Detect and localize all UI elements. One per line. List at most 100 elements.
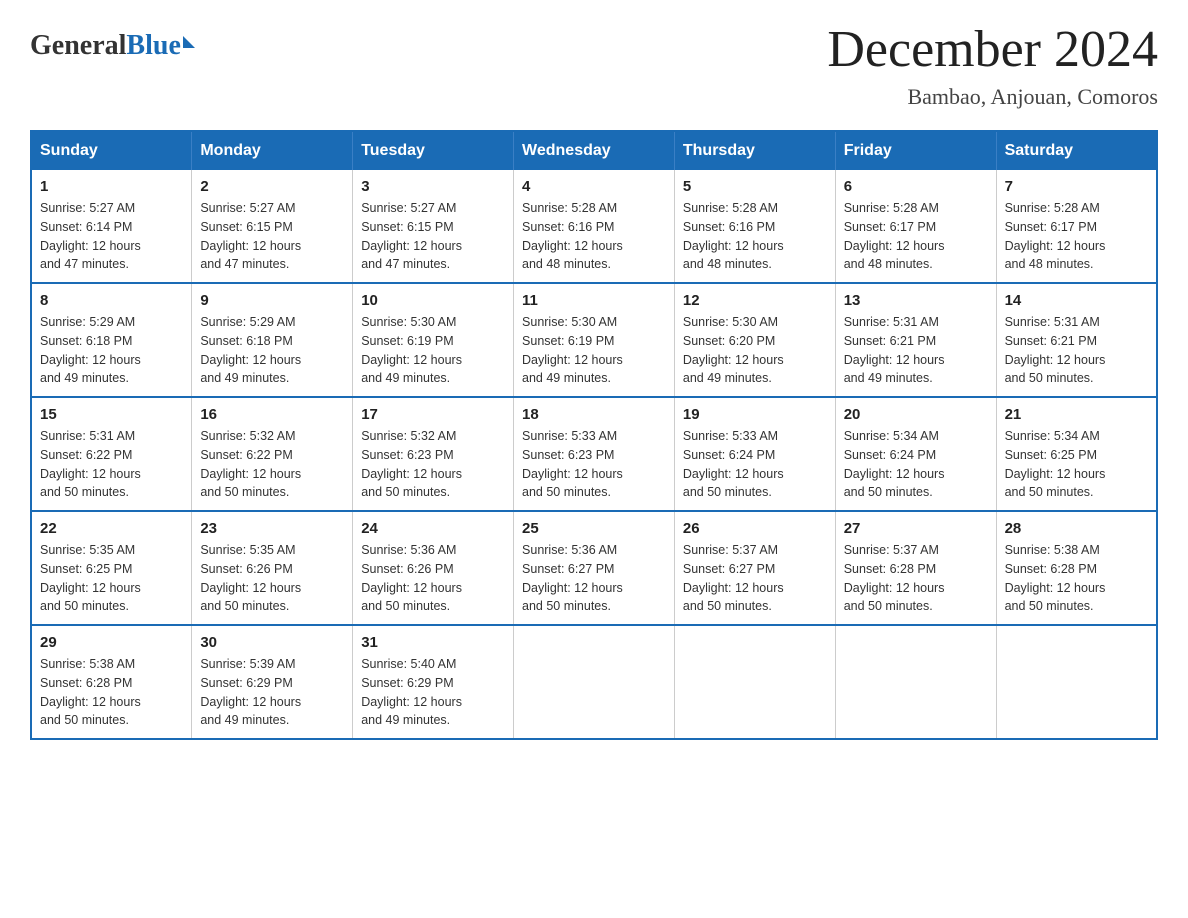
- calendar-cell: 24 Sunrise: 5:36 AM Sunset: 6:26 PM Dayl…: [353, 511, 514, 625]
- day-info: Sunrise: 5:34 AM Sunset: 6:24 PM Dayligh…: [844, 427, 988, 502]
- day-info: Sunrise: 5:28 AM Sunset: 6:16 PM Dayligh…: [683, 199, 827, 274]
- calendar-cell: [514, 625, 675, 739]
- weekday-header-thursday: Thursday: [674, 131, 835, 170]
- day-number: 28: [1005, 520, 1148, 537]
- day-info: Sunrise: 5:27 AM Sunset: 6:15 PM Dayligh…: [200, 199, 344, 274]
- day-number: 4: [522, 178, 666, 195]
- day-info: Sunrise: 5:35 AM Sunset: 6:26 PM Dayligh…: [200, 541, 344, 616]
- calendar-cell: 17 Sunrise: 5:32 AM Sunset: 6:23 PM Dayl…: [353, 397, 514, 511]
- week-row-3: 15 Sunrise: 5:31 AM Sunset: 6:22 PM Dayl…: [31, 397, 1157, 511]
- calendar-cell: 20 Sunrise: 5:34 AM Sunset: 6:24 PM Dayl…: [835, 397, 996, 511]
- week-row-4: 22 Sunrise: 5:35 AM Sunset: 6:25 PM Dayl…: [31, 511, 1157, 625]
- day-info: Sunrise: 5:28 AM Sunset: 6:17 PM Dayligh…: [1005, 199, 1148, 274]
- day-info: Sunrise: 5:35 AM Sunset: 6:25 PM Dayligh…: [40, 541, 183, 616]
- calendar-cell: 18 Sunrise: 5:33 AM Sunset: 6:23 PM Dayl…: [514, 397, 675, 511]
- calendar-cell: 27 Sunrise: 5:37 AM Sunset: 6:28 PM Dayl…: [835, 511, 996, 625]
- day-info: Sunrise: 5:36 AM Sunset: 6:26 PM Dayligh…: [361, 541, 505, 616]
- calendar-cell: 12 Sunrise: 5:30 AM Sunset: 6:20 PM Dayl…: [674, 283, 835, 397]
- logo-blue-text: Blue: [126, 30, 180, 62]
- day-info: Sunrise: 5:34 AM Sunset: 6:25 PM Dayligh…: [1005, 427, 1148, 502]
- page-header: General Blue December 2024 Bambao, Anjou…: [30, 20, 1158, 110]
- calendar-cell: 13 Sunrise: 5:31 AM Sunset: 6:21 PM Dayl…: [835, 283, 996, 397]
- weekday-header-sunday: Sunday: [31, 131, 192, 170]
- calendar-cell: 31 Sunrise: 5:40 AM Sunset: 6:29 PM Dayl…: [353, 625, 514, 739]
- page-title: December 2024: [827, 20, 1158, 79]
- day-info: Sunrise: 5:27 AM Sunset: 6:15 PM Dayligh…: [361, 199, 505, 274]
- day-number: 17: [361, 406, 505, 423]
- calendar-cell: 4 Sunrise: 5:28 AM Sunset: 6:16 PM Dayli…: [514, 170, 675, 283]
- calendar-table: SundayMondayTuesdayWednesdayThursdayFrid…: [30, 130, 1158, 740]
- calendar-cell: 2 Sunrise: 5:27 AM Sunset: 6:15 PM Dayli…: [192, 170, 353, 283]
- day-info: Sunrise: 5:32 AM Sunset: 6:23 PM Dayligh…: [361, 427, 505, 502]
- calendar-cell: 21 Sunrise: 5:34 AM Sunset: 6:25 PM Dayl…: [996, 397, 1157, 511]
- day-info: Sunrise: 5:32 AM Sunset: 6:22 PM Dayligh…: [200, 427, 344, 502]
- weekday-header-friday: Friday: [835, 131, 996, 170]
- logo-general-text: General: [30, 30, 126, 62]
- calendar-cell: [996, 625, 1157, 739]
- day-info: Sunrise: 5:37 AM Sunset: 6:28 PM Dayligh…: [844, 541, 988, 616]
- day-number: 20: [844, 406, 988, 423]
- logo: General Blue: [30, 20, 195, 62]
- weekday-header-tuesday: Tuesday: [353, 131, 514, 170]
- day-info: Sunrise: 5:28 AM Sunset: 6:17 PM Dayligh…: [844, 199, 988, 274]
- calendar-cell: 26 Sunrise: 5:37 AM Sunset: 6:27 PM Dayl…: [674, 511, 835, 625]
- day-number: 9: [200, 292, 344, 309]
- day-number: 13: [844, 292, 988, 309]
- day-info: Sunrise: 5:31 AM Sunset: 6:22 PM Dayligh…: [40, 427, 183, 502]
- day-number: 23: [200, 520, 344, 537]
- calendar-cell: 22 Sunrise: 5:35 AM Sunset: 6:25 PM Dayl…: [31, 511, 192, 625]
- day-number: 29: [40, 634, 183, 651]
- day-number: 26: [683, 520, 827, 537]
- day-number: 12: [683, 292, 827, 309]
- day-number: 19: [683, 406, 827, 423]
- day-number: 7: [1005, 178, 1148, 195]
- calendar-cell: 30 Sunrise: 5:39 AM Sunset: 6:29 PM Dayl…: [192, 625, 353, 739]
- calendar-cell: 6 Sunrise: 5:28 AM Sunset: 6:17 PM Dayli…: [835, 170, 996, 283]
- day-info: Sunrise: 5:37 AM Sunset: 6:27 PM Dayligh…: [683, 541, 827, 616]
- day-number: 30: [200, 634, 344, 651]
- day-info: Sunrise: 5:38 AM Sunset: 6:28 PM Dayligh…: [1005, 541, 1148, 616]
- day-number: 3: [361, 178, 505, 195]
- day-number: 1: [40, 178, 183, 195]
- calendar-cell: 25 Sunrise: 5:36 AM Sunset: 6:27 PM Dayl…: [514, 511, 675, 625]
- weekday-header-monday: Monday: [192, 131, 353, 170]
- day-info: Sunrise: 5:33 AM Sunset: 6:24 PM Dayligh…: [683, 427, 827, 502]
- calendar-cell: 16 Sunrise: 5:32 AM Sunset: 6:22 PM Dayl…: [192, 397, 353, 511]
- day-info: Sunrise: 5:30 AM Sunset: 6:19 PM Dayligh…: [361, 313, 505, 388]
- calendar-cell: 28 Sunrise: 5:38 AM Sunset: 6:28 PM Dayl…: [996, 511, 1157, 625]
- day-number: 5: [683, 178, 827, 195]
- day-number: 25: [522, 520, 666, 537]
- day-number: 27: [844, 520, 988, 537]
- day-info: Sunrise: 5:33 AM Sunset: 6:23 PM Dayligh…: [522, 427, 666, 502]
- week-row-2: 8 Sunrise: 5:29 AM Sunset: 6:18 PM Dayli…: [31, 283, 1157, 397]
- calendar-cell: 1 Sunrise: 5:27 AM Sunset: 6:14 PM Dayli…: [31, 170, 192, 283]
- logo-triangle-icon: [183, 36, 195, 48]
- weekday-header-row: SundayMondayTuesdayWednesdayThursdayFrid…: [31, 131, 1157, 170]
- day-info: Sunrise: 5:27 AM Sunset: 6:14 PM Dayligh…: [40, 199, 183, 274]
- day-number: 18: [522, 406, 666, 423]
- day-number: 11: [522, 292, 666, 309]
- day-number: 21: [1005, 406, 1148, 423]
- day-number: 10: [361, 292, 505, 309]
- day-number: 22: [40, 520, 183, 537]
- calendar-cell: 9 Sunrise: 5:29 AM Sunset: 6:18 PM Dayli…: [192, 283, 353, 397]
- logo-blue-part: Blue: [126, 30, 194, 62]
- calendar-cell: 19 Sunrise: 5:33 AM Sunset: 6:24 PM Dayl…: [674, 397, 835, 511]
- calendar-cell: 5 Sunrise: 5:28 AM Sunset: 6:16 PM Dayli…: [674, 170, 835, 283]
- calendar-cell: [674, 625, 835, 739]
- calendar-cell: [835, 625, 996, 739]
- calendar-cell: 11 Sunrise: 5:30 AM Sunset: 6:19 PM Dayl…: [514, 283, 675, 397]
- page-subtitle: Bambao, Anjouan, Comoros: [827, 84, 1158, 110]
- week-row-1: 1 Sunrise: 5:27 AM Sunset: 6:14 PM Dayli…: [31, 170, 1157, 283]
- calendar-cell: 15 Sunrise: 5:31 AM Sunset: 6:22 PM Dayl…: [31, 397, 192, 511]
- day-number: 6: [844, 178, 988, 195]
- day-info: Sunrise: 5:31 AM Sunset: 6:21 PM Dayligh…: [844, 313, 988, 388]
- calendar-cell: 7 Sunrise: 5:28 AM Sunset: 6:17 PM Dayli…: [996, 170, 1157, 283]
- calendar-cell: 14 Sunrise: 5:31 AM Sunset: 6:21 PM Dayl…: [996, 283, 1157, 397]
- day-info: Sunrise: 5:38 AM Sunset: 6:28 PM Dayligh…: [40, 655, 183, 730]
- calendar-cell: 3 Sunrise: 5:27 AM Sunset: 6:15 PM Dayli…: [353, 170, 514, 283]
- day-number: 14: [1005, 292, 1148, 309]
- day-info: Sunrise: 5:30 AM Sunset: 6:20 PM Dayligh…: [683, 313, 827, 388]
- day-number: 31: [361, 634, 505, 651]
- day-number: 2: [200, 178, 344, 195]
